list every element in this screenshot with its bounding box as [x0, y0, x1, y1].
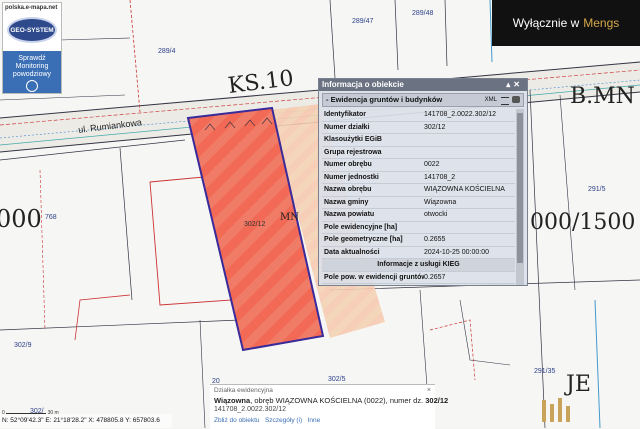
attribute-key: Nazwa obrębu [324, 186, 372, 193]
popup-label: Działka ewidencyjna [214, 387, 273, 394]
parcel-291-5-label: 291/5 [588, 186, 606, 193]
kieg-subheader: Informacje z usługi KIEG [322, 259, 515, 272]
grid-label-right: 000/1500 [530, 210, 636, 235]
attribute-value: 141708_2.0022.302/12 [424, 111, 497, 118]
brand-overlay: Wyłącznie w Mengs [492, 0, 640, 46]
scrollbar-thumb[interactable] [517, 113, 523, 263]
parcel-289-47-label: 289/47 [352, 18, 374, 25]
attribute-value [424, 222, 515, 234]
panel-scrollbar[interactable] [516, 109, 524, 285]
attribute-value: 0.2655 [424, 236, 446, 243]
attribute-key: Pole ewidencyjne [ha] [324, 223, 398, 231]
popup-description: Wiązowna, obręb WIĄZOWNA KOŚCIELNA (0022… [214, 396, 448, 405]
popup-links: Zbliż do obiektu Szczegóły (i) Inne [214, 417, 320, 424]
popup-place: Wiązowna [214, 396, 251, 405]
attribute-row: Grupa rejestrowa7 [322, 284, 515, 285]
attribute-key: Numer działki [324, 123, 370, 131]
bmn-label: B.MN [570, 84, 635, 109]
parcel-popup: Działka ewidencyjna × Wiązowna, obręb WI… [210, 384, 448, 429]
attribute-key: Grupa rejestrowa [322, 284, 424, 285]
attribute-key: Grupa rejestrowa [324, 148, 382, 156]
brand-prefix: Wyłącznie w [512, 16, 580, 30]
brand-accent: Mengs [583, 16, 620, 30]
parcel-302-5-label: 302/5 [328, 376, 346, 383]
attribute-key: Numer jednostki [324, 173, 379, 181]
attribute-row: Nazwa powiatu otwocki [322, 209, 515, 222]
list-icon[interactable] [501, 97, 509, 105]
attribute-value: 302/12 [424, 123, 446, 131]
attribute-row: Pole geometryczne [ha] 0.2655 [322, 234, 515, 247]
panel-window-controls: ▴✕ [506, 79, 523, 91]
popup-close-icon[interactable]: × [427, 387, 431, 394]
attribute-row: Nazwa obrębu WIĄZOWNA KOŚCIELNA [322, 184, 515, 197]
popup-text: , obręb WIĄZOWNA KOŚCIELNA (0022), numer… [250, 396, 424, 405]
zoom-to-object-link[interactable]: Zbliż do obiektu [214, 417, 260, 424]
attribute-value [424, 134, 515, 146]
attribute-value: WIĄZOWNA KOŚCIELNA [424, 186, 505, 193]
attribute-row: Pole pow. w ewidencji gruntów (ha)0.2657 [322, 272, 515, 284]
attribute-value: 2024-10-25 00:00:00 [424, 248, 489, 256]
attribute-key: Nazwa powiatu [324, 211, 375, 218]
panel-title: Informacja o obiekcie [322, 80, 404, 89]
attribute-row: Numer obrębu 0022 [322, 159, 515, 172]
coordinates-readout: N: 52°09'42.3" E: 21°18'28.2" X: 478805.… [0, 414, 172, 428]
attribute-value: 0022 [424, 161, 440, 168]
brand-watermark [542, 398, 570, 422]
attribute-row: Identyfikator 141708_2.0022.302/12 [322, 109, 515, 122]
parcel-768-label: 768 [45, 214, 57, 221]
attribute-value: 0.2657 [424, 273, 446, 281]
attribute-row: Pole ewidencyjne [ha] [322, 222, 515, 234]
attribute-row: Numer działki 302/12 [322, 122, 515, 134]
attribute-value: 141708_2 [424, 173, 456, 181]
egib-section-title: Ewidencja gruntów i budynków [330, 95, 443, 104]
attribute-key: Pole pow. w ewidencji gruntów (ha) [324, 273, 424, 281]
attribute-value [424, 147, 515, 159]
attribute-table: Identyfikator 141708_2.0022.302/12 Numer d… [322, 109, 515, 285]
object-info-panel: Informacja o obiekcie ▴✕ - Ewidencja gru… [318, 78, 528, 286]
parcel-302-12-label: 302/12 [244, 221, 266, 228]
search-icon [26, 80, 38, 92]
xml-export-button[interactable]: XML [485, 94, 497, 106]
other-link[interactable]: Inne [308, 417, 321, 424]
popup-id: 141708_2.0022.302/12 [214, 406, 287, 413]
site-url: polska.e-mapa.net [5, 5, 58, 11]
attribute-key: Pole geometryczne [ha] [324, 236, 403, 243]
close-icon[interactable]: ✕ [513, 80, 523, 89]
parcel-289-4-label: 289/4 [158, 48, 176, 55]
attribute-key: Data aktualności [324, 248, 380, 256]
parcel-289-48-label: 289/48 [412, 10, 434, 17]
attribute-row: Numer jednostki 141708_2 [322, 172, 515, 184]
attribute-key: Identyfikator [324, 111, 367, 118]
popup-parcel: 302/12 [425, 396, 449, 405]
attribute-key: Nazwa gminy [324, 198, 369, 206]
egib-section-header[interactable]: - Ewidencja gruntów i budynków XML [322, 93, 524, 107]
attribute-row: Data aktualności 2024-10-25 00:00:00 [322, 247, 515, 259]
parcel-291-35-label: 291/35 [534, 368, 556, 375]
attribute-value: Wiązowna [424, 198, 457, 206]
geo-system-logo-box: polska.e-mapa.net GEO-SYSTEM Sprawdź Mon… [2, 2, 62, 94]
attribute-value: otwocki [424, 211, 448, 218]
parcel-302-9-label: 302/9 [14, 342, 32, 349]
panel-titlebar[interactable]: Informacja o obiekcie ▴✕ [319, 79, 527, 91]
grid-label-left: 000 [0, 205, 42, 233]
flood-monitoring-label: Sprawdź Monitoring powodziowy [12, 55, 52, 78]
je-label: JE [566, 372, 591, 397]
details-link[interactable]: Szczegóły (i) [265, 417, 302, 424]
geo-system-logo: GEO-SYSTEM [7, 17, 57, 43]
attribute-row: Klasoużytki EGiB [322, 134, 515, 147]
attribute-value: 7 [424, 284, 515, 285]
mn-zone-label: MN [280, 212, 299, 223]
attribute-row: Grupa rejestrowa [322, 147, 515, 159]
attribute-row: Nazwa gminy Wiązowna [322, 197, 515, 209]
flood-monitoring-button[interactable]: Sprawdź Monitoring powodziowy [3, 51, 61, 93]
attribute-key: Numer obrębu [324, 161, 372, 168]
attribute-key: Klasoużytki EGiB [324, 136, 382, 143]
print-icon[interactable] [512, 96, 520, 103]
